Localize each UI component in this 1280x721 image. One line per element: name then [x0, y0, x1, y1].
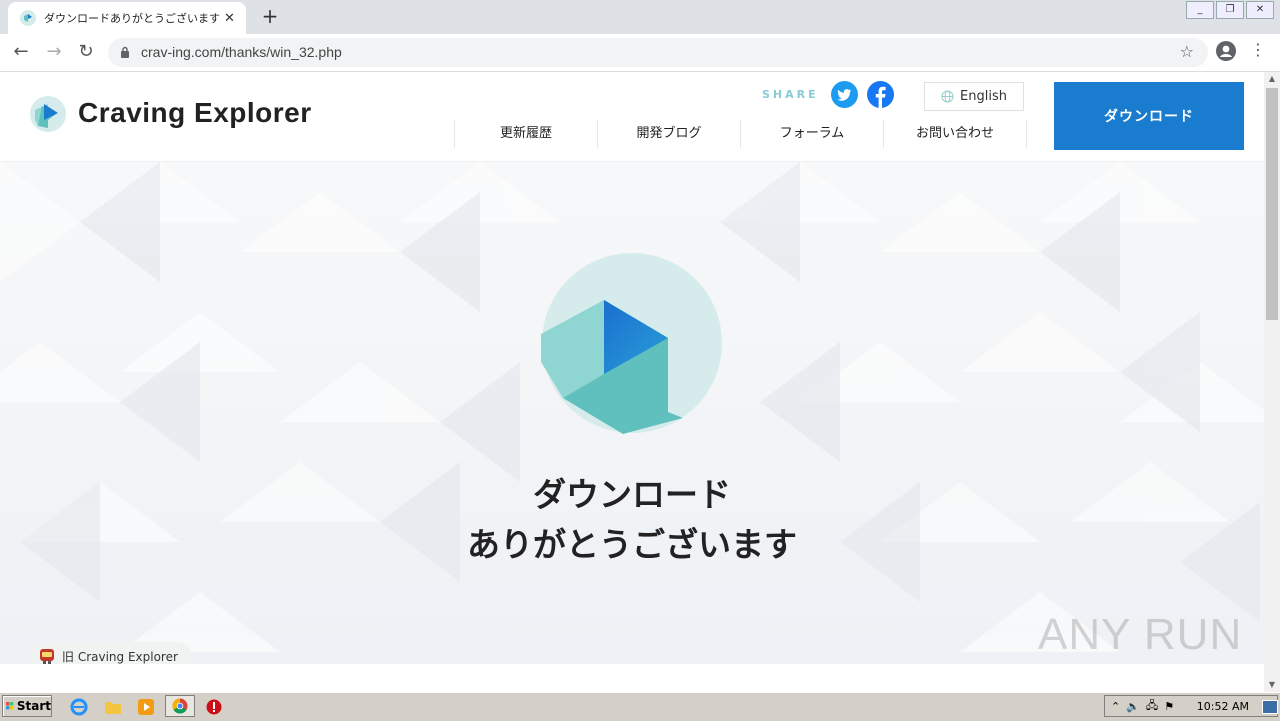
nav-item-changelog[interactable]: 更新履歴: [454, 120, 597, 148]
content-below: [0, 664, 1264, 692]
url-text: crav-ing.com/thanks/win_32.php: [141, 44, 342, 60]
forward-button[interactable]: →: [42, 40, 66, 64]
scroll-up-icon[interactable]: ▲: [1264, 72, 1280, 86]
flag-icon[interactable]: ⚑: [1164, 700, 1174, 713]
start-button[interactable]: Start: [2, 695, 52, 717]
nav-item-forum[interactable]: フォーラム: [740, 120, 883, 148]
language-label: English: [960, 89, 1007, 104]
network-icon[interactable]: 🖧: [1146, 697, 1158, 716]
old-logo-icon: [40, 649, 54, 664]
volume-icon[interactable]: 🔈: [1126, 700, 1140, 713]
close-window-button[interactable]: ✕: [1246, 1, 1274, 19]
logo-text[interactable]: Craving Explorer: [78, 97, 312, 129]
tab-close-icon[interactable]: ✕: [224, 11, 235, 26]
language-selector[interactable]: English: [924, 82, 1024, 111]
lock-icon: [121, 46, 129, 58]
windows-logo-icon: [6, 702, 14, 710]
bookmark-star-icon[interactable]: ☆: [1180, 42, 1194, 61]
profile-icon[interactable]: [1216, 41, 1236, 61]
scroll-down-icon[interactable]: ▼: [1264, 678, 1280, 692]
favicon-icon: [20, 10, 36, 26]
taskbar-chrome-item[interactable]: [165, 695, 195, 717]
window-controls: _ ❐ ✕: [1186, 1, 1274, 19]
media-player-icon[interactable]: [137, 698, 155, 716]
start-label: Start: [16, 699, 51, 713]
back-button[interactable]: ←: [9, 40, 33, 64]
logo-icon[interactable]: [30, 96, 66, 132]
system-tray: ⌃ 🔈 🖧 ⚑ 10:52 AM: [1104, 695, 1278, 717]
tray-expand-icon[interactable]: ⌃: [1111, 700, 1120, 713]
old-version-label: 旧 Craving Explorer: [62, 649, 178, 664]
clock[interactable]: 10:52 AM: [1197, 700, 1249, 713]
new-tab-button[interactable]: +: [258, 4, 282, 28]
download-button[interactable]: ダウンロード: [1054, 82, 1244, 150]
hero-logo-icon: [541, 253, 722, 434]
scroll-thumb[interactable]: [1266, 88, 1278, 320]
chrome-icon: [172, 698, 188, 714]
minimize-button[interactable]: _: [1186, 1, 1214, 19]
hero-title-line2: ありがとうございます: [467, 525, 797, 564]
twitter-icon[interactable]: [831, 81, 858, 108]
hero-title-line1: ダウンロード: [533, 475, 731, 514]
show-desktop-icon[interactable]: [1262, 700, 1278, 714]
reload-button[interactable]: ↻: [74, 40, 98, 64]
facebook-icon[interactable]: [867, 81, 894, 108]
main-nav: 更新履歴 開発ブログ フォーラム お問い合わせ: [454, 120, 1027, 148]
nav-item-contact[interactable]: お問い合わせ: [883, 120, 1027, 148]
opera-icon[interactable]: [205, 698, 223, 716]
restore-button[interactable]: ❐: [1216, 1, 1244, 19]
folder-icon[interactable]: [104, 698, 122, 716]
tab-title: ダウンロードありがとうございます ｜ Craving Explorer: [44, 12, 222, 25]
menu-kebab-icon[interactable]: ⋮: [1250, 40, 1266, 59]
browser-toolbar: ← → ↻ crav-ing.com/thanks/win_32.php ☆: [0, 34, 1280, 72]
browser-tab[interactable]: ダウンロードありがとうございます ｜ Craving Explorer ✕: [8, 2, 246, 34]
anyrun-watermark: ANY RUN: [1038, 610, 1243, 659]
globe-icon: [941, 90, 954, 103]
address-bar[interactable]: crav-ing.com/thanks/win_32.php ☆: [108, 38, 1208, 67]
share-label: SHARE: [762, 88, 819, 101]
ie-icon[interactable]: [70, 698, 88, 716]
nav-item-dev-blog[interactable]: 開発ブログ: [597, 120, 740, 148]
